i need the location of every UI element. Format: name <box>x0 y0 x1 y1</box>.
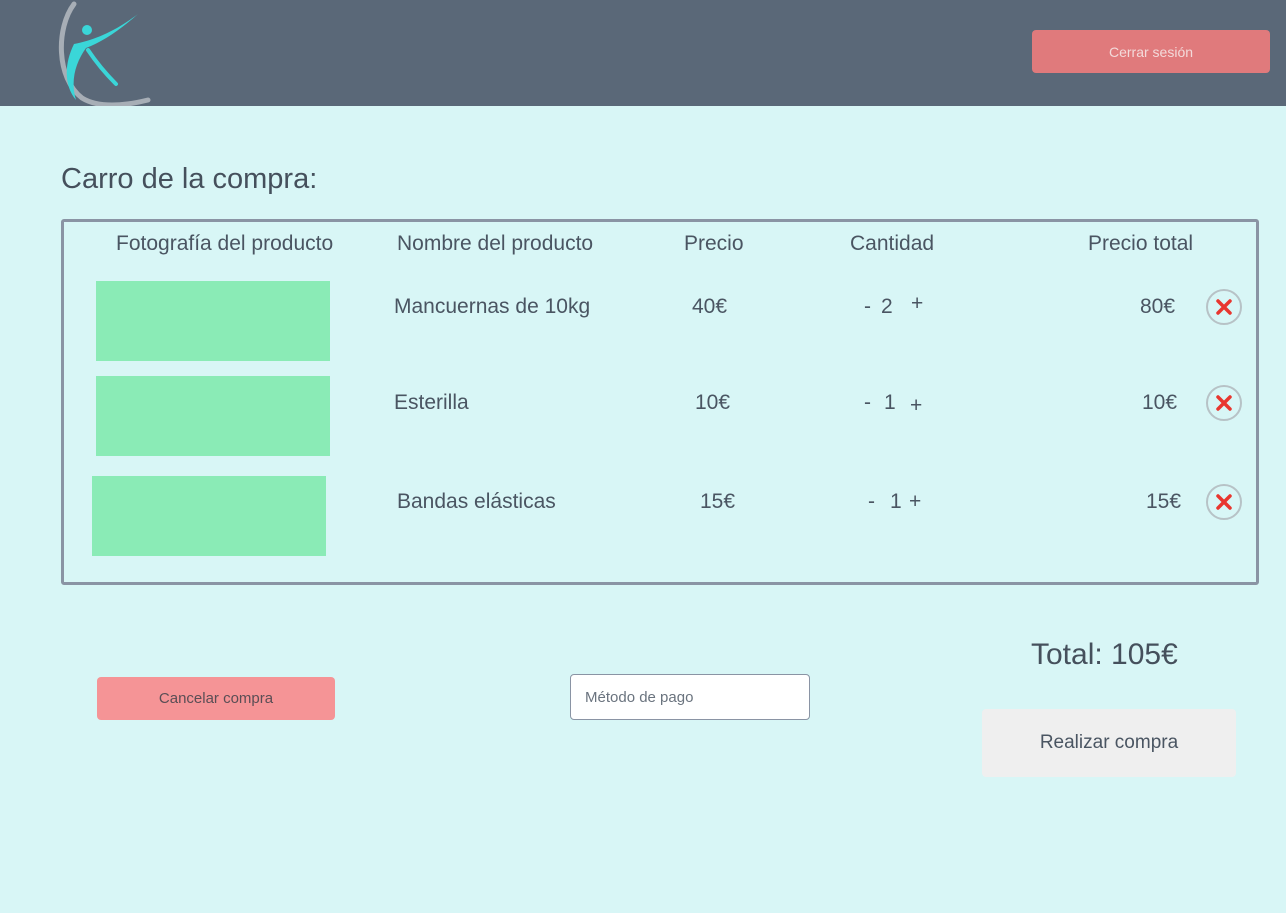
increase-quantity-button[interactable]: + <box>910 394 922 418</box>
order-total: Total: 105€ <box>1031 638 1178 671</box>
decrease-quantity-button[interactable]: - <box>864 295 871 319</box>
product-name: Bandas elásticas <box>397 490 556 513</box>
column-header-name: Nombre del producto <box>397 232 594 255</box>
remove-item-button[interactable] <box>1206 484 1242 520</box>
product-price: 10€ <box>695 391 731 414</box>
row-total-price: 15€ <box>1146 490 1182 513</box>
column-header-photo: Fotografía del producto <box>116 232 334 255</box>
increase-quantity-button[interactable]: + <box>911 292 923 316</box>
page-title: Carro de la compra: <box>61 163 318 195</box>
header-bar: Cerrar sesión <box>0 0 1286 106</box>
close-icon <box>1216 299 1232 315</box>
row-total-price: 80€ <box>1140 295 1176 318</box>
increase-quantity-button[interactable]: + <box>909 490 921 514</box>
cancel-purchase-button[interactable]: Cancelar compra <box>97 677 335 720</box>
product-photo <box>96 281 330 361</box>
product-photo <box>96 376 330 456</box>
close-icon <box>1216 494 1232 510</box>
column-header-total: Precio total <box>1088 232 1194 255</box>
quantity-value: 1 <box>890 490 902 513</box>
logout-button[interactable]: Cerrar sesión <box>1032 30 1270 73</box>
product-price: 40€ <box>692 295 728 318</box>
remove-item-button[interactable] <box>1206 289 1242 325</box>
product-name: Mancuernas de 10kg <box>394 295 591 318</box>
decrease-quantity-button[interactable]: - <box>868 490 875 514</box>
column-header-price: Precio <box>684 232 744 255</box>
complete-purchase-button[interactable]: Realizar compra <box>982 709 1236 777</box>
product-photo <box>92 476 326 556</box>
quantity-value: 1 <box>884 391 896 414</box>
close-icon <box>1216 395 1232 411</box>
quantity-value: 2 <box>881 295 893 318</box>
product-price: 15€ <box>700 490 736 513</box>
column-header-quantity: Cantidad <box>850 232 935 255</box>
decrease-quantity-button[interactable]: - <box>864 391 871 415</box>
fitness-logo-icon[interactable] <box>54 0 154 106</box>
row-total-price: 10€ <box>1142 391 1178 414</box>
remove-item-button[interactable] <box>1206 385 1242 421</box>
product-name: Esterilla <box>394 391 469 414</box>
payment-method-input[interactable] <box>570 674 810 720</box>
